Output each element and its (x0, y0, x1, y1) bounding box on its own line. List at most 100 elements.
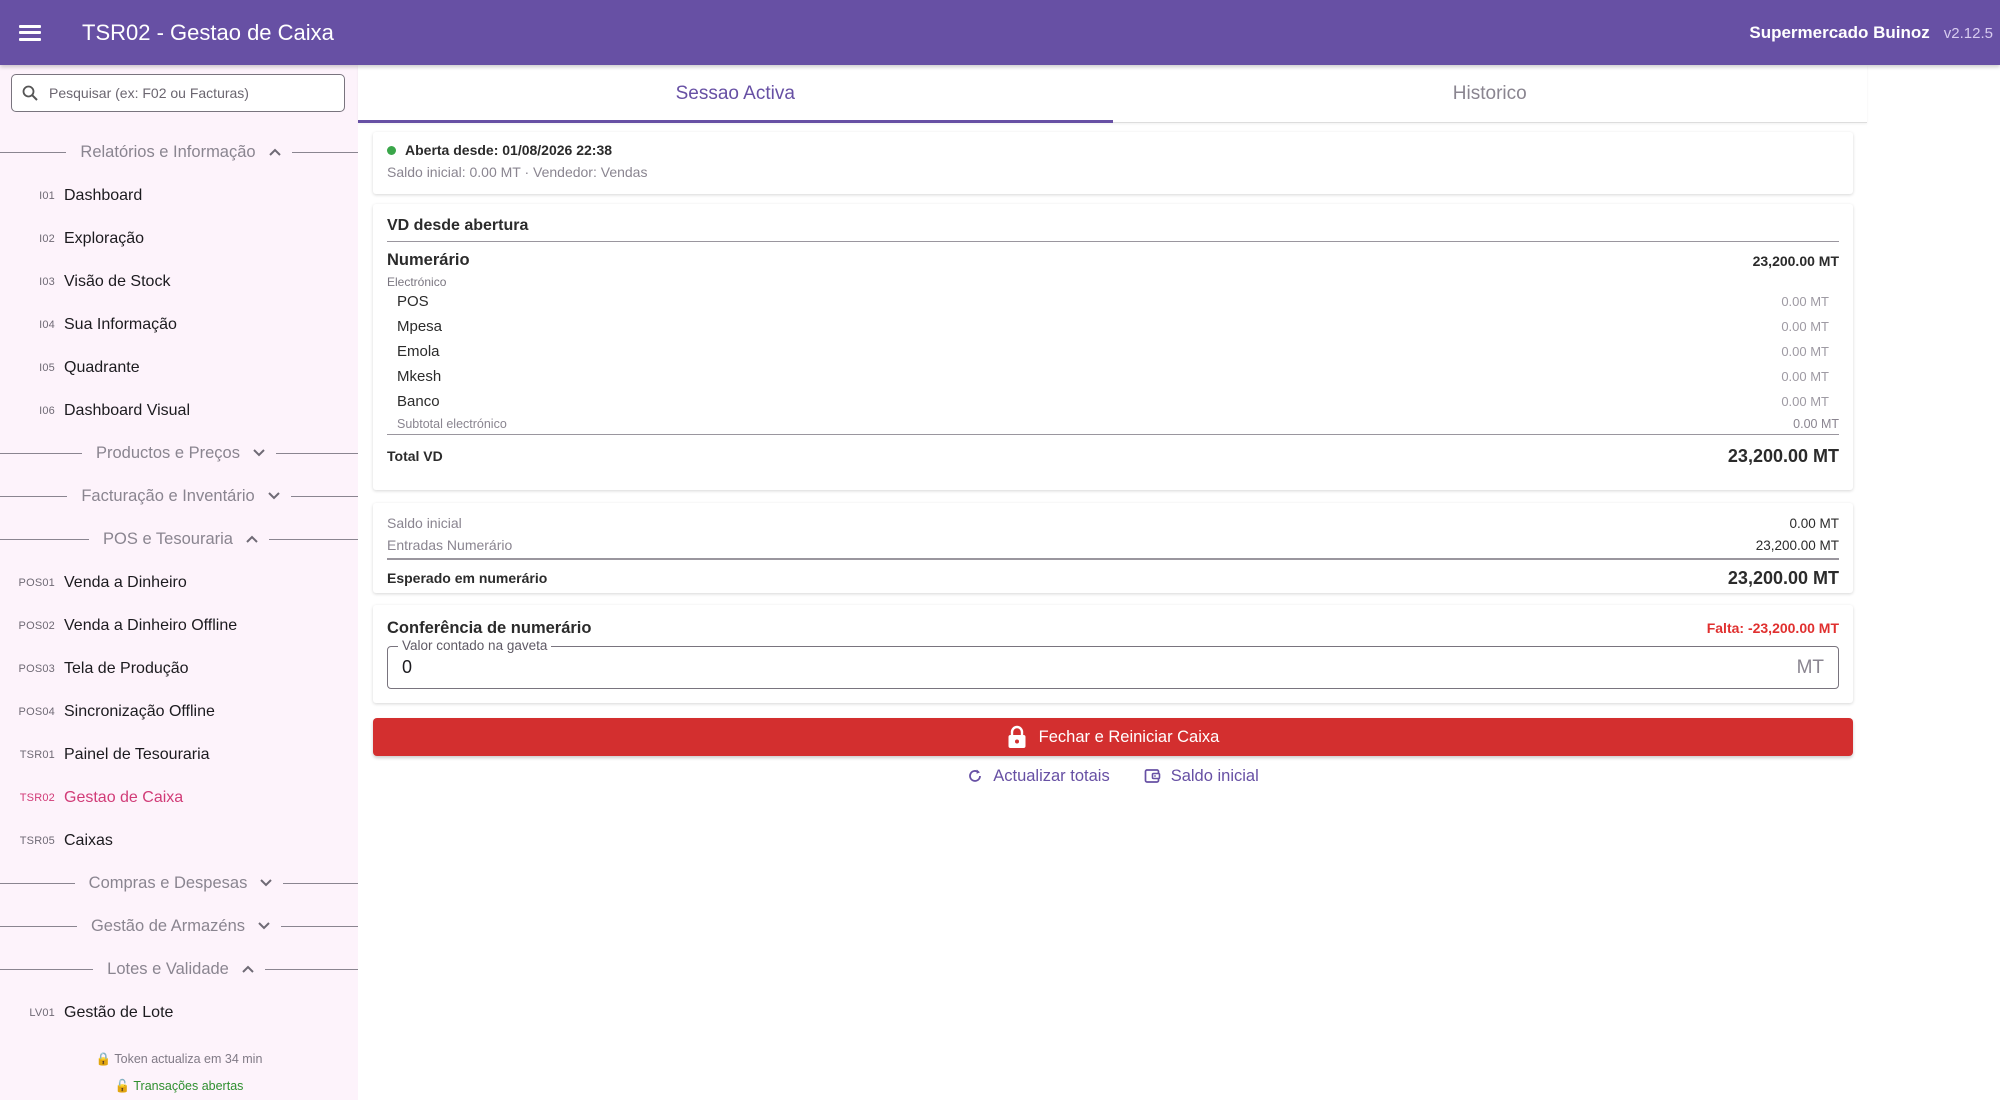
section-header: Lotes e Validade (93, 960, 265, 979)
sidebar: Relatórios e Informação I01 Dashboard I02 Ex… (0, 65, 358, 1100)
close-reset-button[interactable]: Fechar e Reiniciar Caixa (373, 718, 1853, 756)
sidebar-section[interactable]: Lotes e Validade (0, 948, 358, 991)
sidebar-section[interactable]: Compras e Despesas (0, 862, 358, 905)
electronic-row: Mpesa 0.00 MT (387, 314, 1839, 339)
sidebar-item[interactable]: POS02 Venda a Dinheiro Offline (0, 604, 358, 647)
sidebar-item[interactable]: I01 Dashboard (0, 174, 358, 217)
section-label: Facturação e Inventário (81, 487, 255, 505)
chevron-down-icon (257, 917, 271, 936)
initial-balance-link[interactable]: Saldo inicial (1144, 767, 1259, 786)
tab-history[interactable]: Historico (1113, 65, 1868, 122)
sidebar-item-label: Exploração (64, 229, 145, 247)
sidebar-item-label: Dashboard Visual (64, 401, 191, 419)
sidebar-item-code: I03 (39, 275, 55, 288)
total-value: 23,200.00 MT (1727, 445, 1839, 466)
sidebar-section[interactable]: Facturação e Inventário (0, 475, 358, 518)
action-links: Actualizar totais Saldo inicial (373, 761, 1853, 791)
sidebar-item-label: Gestão de Lote (64, 1003, 174, 1021)
section-divider (0, 926, 77, 927)
electronic-value: 0.00 MT (1781, 294, 1829, 309)
search-input[interactable] (49, 85, 329, 101)
conference-title: Conferência de numerário (387, 618, 592, 637)
sidebar-item-code: TSR02 (19, 791, 55, 804)
section-header: Productos e Preços (82, 444, 276, 463)
token-status: 🔒 Token actualiza em 34 min (95, 1052, 263, 1066)
sidebar-item-code: POS04 (18, 705, 55, 718)
electronic-list: POS 0.00 MT Mpesa 0.00 MT Emola 0.00 MT Mkesh 0… (387, 289, 1839, 414)
tab-session[interactable]: Sessao Activa (358, 65, 1113, 123)
chevron-up-icon (241, 960, 255, 979)
sidebar-item-label: Venda a Dinheiro Offline (64, 616, 238, 634)
sidebar-item[interactable]: TSR01 Painel de Tesouraria (0, 733, 358, 776)
search-icon (21, 84, 39, 102)
electronic-row: Banco 0.00 MT (387, 389, 1839, 414)
sidebar-section[interactable]: Relatórios e Informação (0, 131, 358, 174)
sidebar-item[interactable]: I03 Visão de Stock (0, 260, 358, 303)
menu-button[interactable] (0, 0, 60, 65)
section-divider (268, 539, 358, 540)
electronic-label: Banco (397, 393, 440, 410)
section-divider (0, 152, 67, 153)
counted-cash-field[interactable]: Valor contado na gaveta 0 MT (387, 638, 1839, 689)
section-label: Compras e Despesas (88, 874, 248, 892)
sidebar-item[interactable]: I02 Exploração (0, 217, 358, 260)
currency-suffix: MT (1796, 656, 1824, 678)
sidebar-item[interactable]: TSR05 Caixas (0, 819, 358, 862)
section-divider (281, 926, 358, 927)
page-title: TSR02 - Gestao de Caixa (82, 19, 334, 45)
search-box[interactable] (11, 74, 345, 112)
electronic-row: Mkesh 0.00 MT (387, 364, 1839, 389)
initial-balance-row: Saldo inicial 0.00 MT (387, 512, 1839, 534)
refresh-icon (967, 768, 983, 784)
sidebar-item-code: I04 (39, 318, 55, 331)
chevron-up-icon (268, 143, 282, 162)
sidebar-section[interactable]: Gestão de Armazéns (0, 905, 358, 948)
section-label: POS e Tesouraria (103, 530, 233, 548)
cash-label: Numerário (387, 251, 470, 269)
expected-value: 23,200.00 MT (1727, 567, 1839, 588)
sidebar-item[interactable]: POS01 Venda a Dinheiro (0, 561, 358, 604)
sidebar-item[interactable]: POS04 Sincronização Offline (0, 690, 358, 733)
electronic-value: 0.00 MT (1781, 394, 1829, 409)
total-row: Total VD 23,200.00 MT (387, 435, 1839, 477)
electronic-title: Electrónico (387, 275, 447, 289)
sidebar-item-code: POS01 (18, 576, 55, 589)
initial-balance-label: Saldo inicial (387, 515, 462, 531)
sidebar-item[interactable]: LV01 Gestão de Lote (0, 991, 358, 1034)
section-header: Compras e Despesas (75, 874, 284, 893)
sidebar-item[interactable]: I04 Sua Informação (0, 303, 358, 346)
section-label: Productos e Preços (96, 444, 240, 462)
status-dot-icon (387, 145, 396, 155)
refresh-totals-link[interactable]: Actualizar totais (967, 766, 1110, 786)
session-details: Saldo inicial: 0.00 MT · Vendedor: Venda… (387, 164, 648, 180)
sidebar-item[interactable]: TSR02 Gestao de Caixa (0, 776, 358, 819)
section-header: Relatórios e Informação (66, 143, 291, 162)
app-bar: TSR02 - Gestao de Caixa Supermercado Bui… (0, 0, 2000, 65)
sidebar-item-code: LV01 (29, 1006, 55, 1019)
sidebar-section[interactable]: Productos e Preços (0, 432, 358, 475)
sidebar-item[interactable]: I06 Dashboard Visual (0, 389, 358, 432)
sidebar-item[interactable]: POS03 Tela de Produção (0, 647, 358, 690)
chevron-down-icon (259, 874, 273, 893)
refresh-totals-label: Actualizar totais (993, 766, 1110, 785)
vd-card: VD desde abertura Numerário 23,200.00 MT… (373, 204, 1853, 490)
sidebar-item-label: Visão de Stock (64, 272, 171, 290)
tab-bar: Sessao Activa Historico (358, 65, 1867, 123)
initial-balance-label: Saldo inicial (1170, 766, 1259, 785)
sidebar-item-code: I01 (39, 189, 55, 202)
main-content: Sessao Activa Historico Aberta desde: 01… (358, 65, 2000, 1100)
sidebar-item-label: Caixas (64, 831, 113, 849)
sidebar-item-code: I02 (39, 232, 55, 245)
sidebar-item-code: I05 (39, 361, 55, 374)
section-label: Relatórios e Informação (80, 143, 256, 161)
subtotal-value: 0.00 MT (1793, 417, 1839, 431)
counted-cash-input[interactable]: 0 (402, 657, 412, 678)
expected-row: Esperado em numerário 23,200.00 MT (387, 560, 1839, 597)
sidebar-section[interactable]: POS e Tesouraria (0, 518, 358, 561)
chevron-down-icon (267, 487, 281, 506)
company-name: Supermercado Buinoz (1749, 22, 1930, 42)
total-label: Total VD (387, 448, 443, 464)
sidebar-item-label: Sua Informação (64, 315, 177, 333)
sidebar-item[interactable]: I05 Quadrante (0, 346, 358, 389)
vd-title: VD desde abertura (387, 204, 1839, 242)
